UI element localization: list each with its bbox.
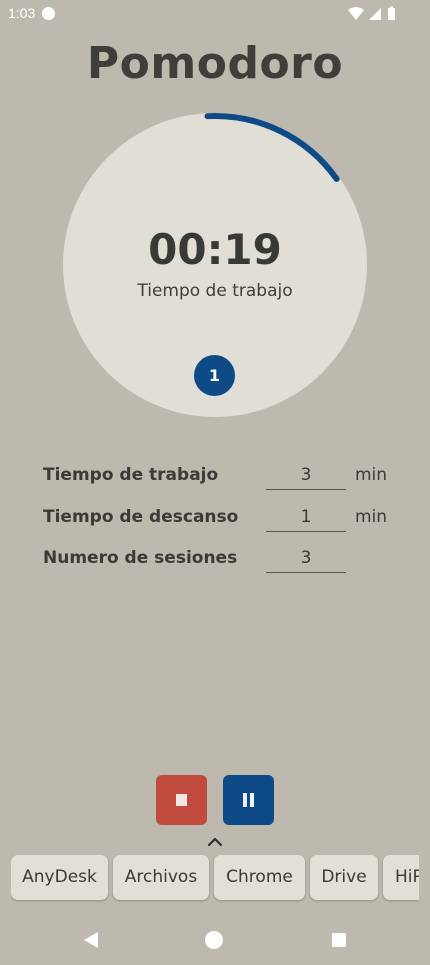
work-time-label: Tiempo de trabajo xyxy=(43,465,219,485)
timer-value: 00:19 xyxy=(148,225,282,274)
stop-button[interactable] xyxy=(156,775,207,825)
dock-app-chrome[interactable]: Chrome xyxy=(214,855,305,900)
dock-app-archivos[interactable]: Archivos xyxy=(113,855,209,900)
app-title: Pomodoro xyxy=(86,38,344,89)
status-icons xyxy=(348,6,395,20)
battery-icon xyxy=(388,8,395,20)
dock-app-partial[interactable]: HiP xyxy=(383,855,419,900)
pause-button[interactable] xyxy=(223,775,274,825)
sessions-label: Numero de sesiones xyxy=(43,548,238,568)
stop-icon xyxy=(176,794,187,806)
dock-app-drive[interactable]: Drive xyxy=(310,855,378,900)
back-icon[interactable] xyxy=(82,931,100,949)
timer-mode-label: Tiempo de trabajo xyxy=(137,281,293,301)
pause-icon xyxy=(242,793,255,807)
session-badge: 1 xyxy=(194,355,235,396)
chevron-up-icon[interactable] xyxy=(206,836,224,848)
status-bar: 1:03 xyxy=(0,0,430,28)
sessions-input[interactable] xyxy=(266,544,346,573)
home-icon[interactable] xyxy=(205,931,223,949)
break-time-label: Tiempo de descanso xyxy=(43,507,239,527)
setting-row-break: Tiempo de descanso min xyxy=(43,503,403,535)
status-time: 1:03 xyxy=(8,5,36,21)
break-time-unit: min xyxy=(355,507,388,527)
work-time-unit: min xyxy=(355,465,388,485)
notification-dot-icon xyxy=(42,7,55,20)
dock-app-anydesk[interactable]: AnyDesk xyxy=(11,855,108,900)
app-dock: AnyDesk Archivos Chrome Drive HiP xyxy=(11,855,419,903)
signal-icon xyxy=(369,8,381,20)
setting-row-work: Tiempo de trabajo min xyxy=(43,461,403,493)
recents-icon[interactable] xyxy=(332,933,346,947)
wifi-icon xyxy=(348,7,364,20)
setting-row-sessions: Numero de sesiones xyxy=(43,544,403,576)
timer-dial: 00:19 Tiempo de trabajo 1 xyxy=(53,103,377,427)
break-time-input[interactable] xyxy=(266,503,346,532)
work-time-input[interactable] xyxy=(266,461,346,490)
